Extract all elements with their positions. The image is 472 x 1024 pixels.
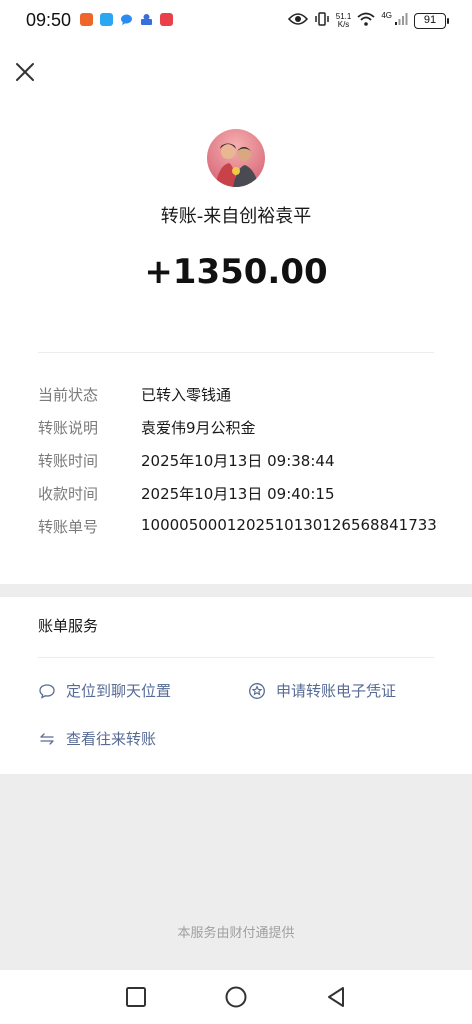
detail-value: 2025年10月13日 09:38:44 bbox=[141, 452, 335, 470]
detail-row-receive-time: 收款时间 2025年10月13日 09:40:15 bbox=[38, 483, 438, 507]
recent-apps-icon[interactable] bbox=[124, 985, 148, 1009]
detail-row-note: 转账说明 袁爱伟9月公积金 bbox=[38, 417, 438, 441]
view-transfers-link[interactable]: 查看往来转账 bbox=[38, 728, 156, 749]
detail-label: 转账说明 bbox=[38, 419, 99, 437]
apply-voucher-link[interactable]: 申请转账电子凭证 bbox=[248, 680, 396, 701]
battery-indicator: 91 bbox=[414, 12, 449, 29]
detail-value: 袁爱伟9月公积金 bbox=[141, 419, 256, 437]
net-speed-unit: K/s bbox=[337, 19, 350, 29]
wifi-icon bbox=[357, 11, 375, 30]
divider bbox=[38, 657, 434, 658]
provider-note: 本服务由财付通提供 bbox=[177, 926, 295, 941]
status-bar: 09:50 51.1 K/s 4G 91 bbox=[0, 0, 472, 44]
detail-label: 转账时间 bbox=[38, 452, 99, 470]
close-icon[interactable] bbox=[12, 59, 38, 85]
message-notification-icon bbox=[120, 13, 133, 26]
services-title: 账单服务 bbox=[38, 617, 99, 635]
app-notification-icon bbox=[80, 13, 93, 26]
signal-icon bbox=[394, 11, 408, 30]
eye-icon bbox=[287, 11, 308, 30]
detail-value[interactable]: 1000050001202510130126568841733 bbox=[141, 516, 437, 534]
view-transfers-label: 查看往来转账 bbox=[66, 730, 157, 748]
detail-row-transfer-time: 转账时间 2025年10月13日 09:38:44 bbox=[38, 450, 438, 474]
chat-bubble-icon bbox=[38, 682, 56, 700]
transfer-card: 转账-来自创裕袁平 +1350.00 当前状态 已转入零钱通 转账说明 袁爱伟9… bbox=[0, 100, 472, 584]
detail-row-order-id: 转账单号 1000050001202510130126568841733 bbox=[38, 516, 438, 540]
detail-label: 收款时间 bbox=[38, 485, 99, 503]
net-speed: 51.1 K/s bbox=[336, 12, 352, 29]
back-icon[interactable] bbox=[324, 985, 348, 1009]
status-time: 09:50 bbox=[26, 10, 72, 30]
locate-chat-label: 定位到聊天位置 bbox=[66, 682, 172, 700]
avatar bbox=[207, 129, 265, 187]
top-nav bbox=[0, 44, 472, 100]
swap-arrows-icon bbox=[38, 730, 56, 748]
notification-icons bbox=[80, 13, 173, 26]
locate-chat-link[interactable]: 定位到聊天位置 bbox=[38, 680, 171, 701]
app-notification-icon bbox=[140, 13, 153, 26]
detail-value: 已转入零钱通 bbox=[141, 386, 232, 404]
apply-voucher-label: 申请转账电子凭证 bbox=[276, 682, 397, 700]
app-notification-icon bbox=[160, 13, 173, 26]
detail-label: 转账单号 bbox=[38, 518, 99, 536]
transfer-title: 转账-来自创裕袁平 bbox=[160, 206, 312, 227]
detail-row-status: 当前状态 已转入零钱通 bbox=[38, 384, 438, 408]
vibrate-icon bbox=[314, 11, 330, 30]
detail-label: 当前状态 bbox=[38, 386, 99, 404]
network-type: 4G bbox=[381, 11, 392, 20]
detail-value: 2025年10月13日 09:40:15 bbox=[141, 485, 335, 503]
home-icon[interactable] bbox=[224, 985, 248, 1009]
transfer-amount: +1350.00 bbox=[144, 252, 328, 292]
certificate-icon bbox=[248, 682, 266, 700]
app-notification-icon bbox=[100, 13, 113, 26]
divider bbox=[38, 352, 434, 353]
system-navigation-bar bbox=[0, 970, 472, 1024]
bill-services-card: 账单服务 定位到聊天位置 申请转账电子凭证 查看往来转账 bbox=[0, 597, 472, 774]
status-icons: 51.1 K/s 4G 91 bbox=[287, 11, 449, 30]
